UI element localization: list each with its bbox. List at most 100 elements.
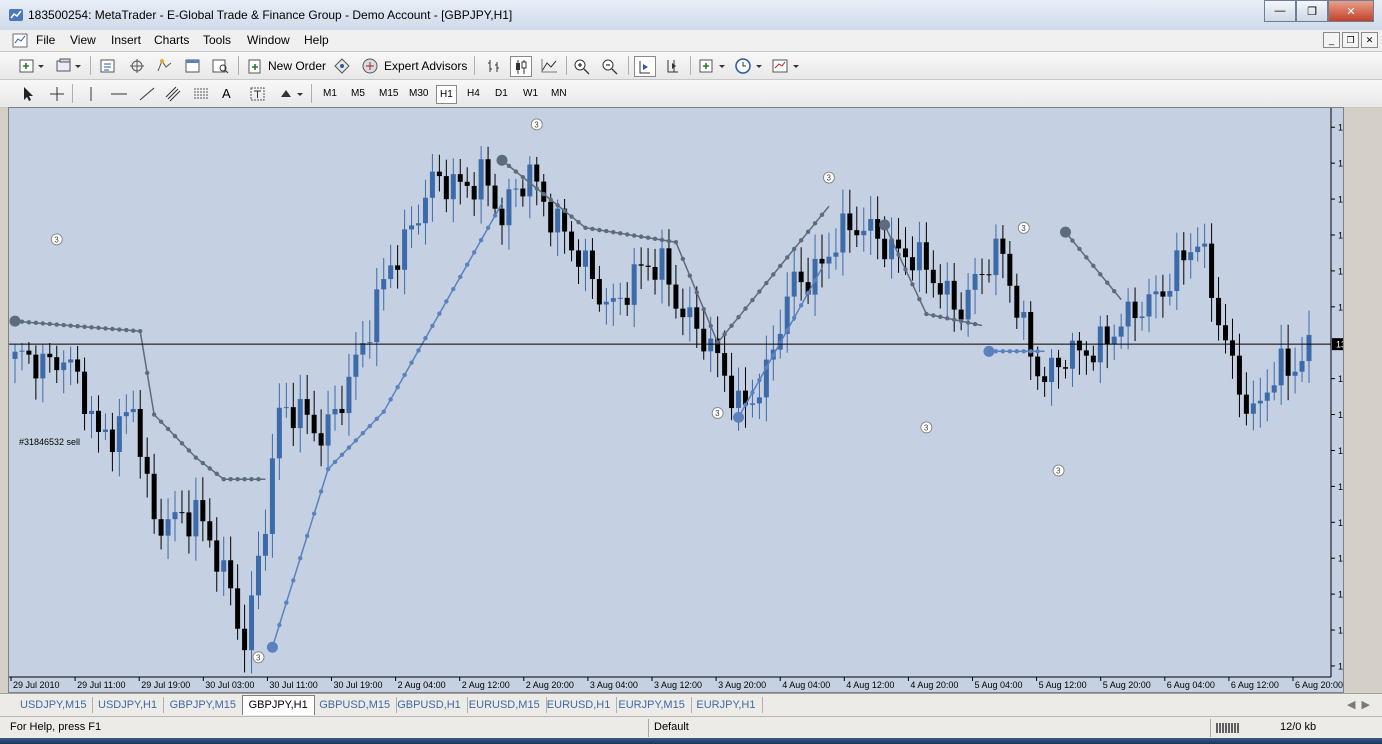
periods-button[interactable] bbox=[734, 56, 766, 75]
auto-scroll-icon bbox=[639, 60, 650, 73]
timeframe-m5[interactable]: M5 bbox=[348, 85, 368, 102]
chart-tab-gbpusd-h1[interactable]: GBPUSD,H1 bbox=[391, 697, 468, 713]
chart-tab-eurjpy-m15[interactable]: EURJPY,M15 bbox=[612, 697, 692, 713]
chart-window[interactable]: 137.80 137.55 137.30 137.05 136.80 136.55 136.… bbox=[8, 107, 1366, 693]
menu-insert[interactable]: Insert bbox=[111, 33, 141, 47]
chart-shift-button[interactable] bbox=[663, 56, 683, 75]
mdi-close-button[interactable]: ✕ bbox=[1361, 32, 1378, 48]
candle-body bbox=[1243, 394, 1249, 414]
candle-body bbox=[1299, 361, 1305, 372]
timeframe-mn[interactable]: MN bbox=[548, 85, 570, 102]
fractal-label: 3 bbox=[715, 409, 720, 418]
timeframe-d1[interactable]: D1 bbox=[492, 85, 511, 102]
chart-tab-eurusd-h1[interactable]: EURUSD,H1 bbox=[541, 697, 618, 713]
terminal-button[interactable] bbox=[183, 56, 203, 75]
close-button[interactable]: ✕ bbox=[1328, 0, 1374, 22]
text-label-button[interactable] bbox=[248, 84, 268, 103]
candlestick-chart-button[interactable] bbox=[510, 56, 532, 77]
timeframe-m15[interactable]: M15 bbox=[376, 85, 401, 102]
connection-status-icon[interactable] bbox=[1216, 722, 1242, 734]
candle-body bbox=[882, 238, 888, 260]
chart-tab-gbpjpy-h1[interactable]: GBPJPY,H1 bbox=[241, 695, 315, 715]
equidistant-channel-button[interactable] bbox=[164, 84, 186, 103]
chart-tab-eurjpy-h1[interactable]: EURJPY,H1 bbox=[690, 697, 763, 713]
candle-body bbox=[19, 350, 25, 352]
metatrader-app-icon[interactable] bbox=[8, 7, 24, 23]
crosshair-tool-button[interactable] bbox=[47, 84, 67, 103]
market-watch-button[interactable] bbox=[98, 56, 118, 75]
candle-body bbox=[548, 201, 554, 233]
maximize-button[interactable]: ❐ bbox=[1296, 0, 1328, 22]
vertical-line-button[interactable] bbox=[81, 84, 101, 103]
trendline-button[interactable] bbox=[137, 84, 157, 103]
data-window-button[interactable] bbox=[127, 56, 147, 75]
chart-tab-usdjpy-m15[interactable]: USDJPY,M15 bbox=[14, 697, 94, 713]
menu-window[interactable]: Window bbox=[247, 33, 290, 47]
cursor-tool-button[interactable] bbox=[18, 84, 38, 103]
chart-window-icon[interactable] bbox=[12, 33, 28, 48]
upper-stop-2-dot bbox=[520, 174, 526, 180]
lower-stop-2-dot bbox=[805, 290, 811, 296]
chart-tab-eurusd-m15[interactable]: EURUSD,M15 bbox=[463, 697, 547, 713]
timeframe-m30[interactable]: M30 bbox=[406, 85, 431, 102]
menu-view[interactable]: View bbox=[70, 33, 96, 47]
candle-body bbox=[1292, 371, 1298, 376]
upper-stop-1-dot bbox=[235, 476, 240, 482]
arrows-button[interactable] bbox=[277, 84, 307, 103]
upper-stop-1-dot bbox=[214, 471, 219, 477]
new-chart-button[interactable] bbox=[18, 56, 46, 75]
order-label[interactable]: #31846532 sell bbox=[19, 437, 80, 447]
navigator-button[interactable] bbox=[155, 56, 175, 75]
lower-stop-3-dot bbox=[1021, 349, 1026, 354]
menu-help[interactable]: Help bbox=[304, 33, 329, 47]
zoom-in-button[interactable] bbox=[572, 56, 592, 75]
arrow-right-icon[interactable]: ▶ bbox=[1362, 699, 1370, 711]
candle-body bbox=[847, 213, 853, 231]
chart-tab-gbpjpy-m15[interactable]: GBPJPY,M15 bbox=[164, 697, 244, 713]
x-tick-label: 5 Aug 12:00 bbox=[1039, 680, 1087, 690]
fibonacci-button[interactable] bbox=[192, 84, 214, 103]
lower-stop-1-dot bbox=[367, 423, 373, 429]
upper-stop-1-dot bbox=[138, 329, 143, 334]
lower-stop-2-dot bbox=[798, 303, 804, 308]
candle-body bbox=[708, 338, 714, 352]
templates-button[interactable] bbox=[771, 56, 803, 75]
horizontal-line-button[interactable] bbox=[109, 84, 129, 103]
timeframe-m1[interactable]: M1 bbox=[320, 85, 340, 102]
timeframe-h4[interactable]: H4 bbox=[464, 85, 483, 102]
arrow-left-icon[interactable]: ◀ bbox=[1347, 699, 1355, 711]
bar-chart-button[interactable] bbox=[484, 56, 504, 75]
text-label-icon bbox=[250, 87, 265, 100]
candle-body bbox=[1090, 355, 1096, 363]
candle-body bbox=[1146, 294, 1152, 317]
zoom-out-button[interactable] bbox=[600, 56, 620, 75]
menu-charts[interactable]: Charts bbox=[154, 33, 189, 47]
timeframe-w1[interactable]: W1 bbox=[520, 85, 541, 102]
text-tool-button[interactable]: A bbox=[222, 84, 231, 103]
chart-tab-gbpusd-m15[interactable]: GBPUSD,M15 bbox=[313, 697, 398, 713]
menu-file[interactable]: File bbox=[36, 33, 55, 47]
upper-stop-2-dot bbox=[576, 219, 581, 225]
new-order-button[interactable]: New Order bbox=[246, 56, 326, 75]
zoom-out-icon bbox=[602, 59, 618, 74]
upper-stop-1-dot bbox=[207, 466, 212, 471]
timeframe-h1[interactable]: H1 bbox=[436, 85, 457, 104]
menu-tools[interactable]: Tools bbox=[203, 33, 231, 47]
candle-body bbox=[325, 414, 331, 446]
line-chart-button[interactable] bbox=[539, 56, 559, 75]
strategy-tester-button[interactable] bbox=[211, 56, 231, 75]
mdi-minimize-button[interactable]: _ bbox=[1323, 32, 1340, 48]
metaeditor-button[interactable] bbox=[333, 56, 351, 75]
minimize-button[interactable]: — bbox=[1264, 0, 1296, 22]
mdi-restore-button[interactable]: ❐ bbox=[1342, 32, 1359, 48]
upper-stop-1-dot bbox=[186, 448, 192, 453]
candle-body bbox=[1160, 291, 1166, 297]
profiles-button[interactable] bbox=[55, 56, 83, 75]
indicators-button[interactable] bbox=[697, 56, 729, 75]
candle-body bbox=[569, 231, 575, 251]
auto-scroll-button[interactable] bbox=[634, 56, 656, 77]
expert-advisors-button[interactable]: Expert Advisors bbox=[360, 56, 467, 75]
chart-tab-usdjpy-h1[interactable]: USDJPY,H1 bbox=[92, 697, 165, 713]
price-chart[interactable]: 137.80 137.55 137.30 137.05 136.80 136.55 136.… bbox=[9, 108, 1366, 692]
tab-scroll-arrows[interactable]: ◀ ▶ bbox=[1347, 698, 1370, 711]
